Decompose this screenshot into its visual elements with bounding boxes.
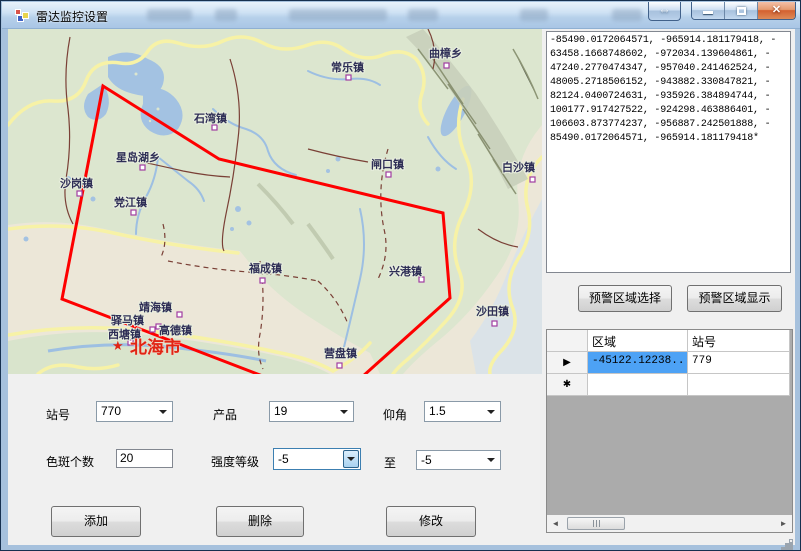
- grid-header-row: 区域 站号: [547, 330, 792, 352]
- new-row-marker-icon: ✱: [547, 374, 588, 396]
- town-label: 沙田镇: [476, 304, 509, 318]
- patch-count-input[interactable]: 20: [116, 449, 173, 468]
- intensity-to-combo[interactable]: -5: [416, 450, 501, 470]
- scrollbar-thumb[interactable]: [567, 517, 625, 530]
- elevation-label: 仰角: [383, 406, 407, 423]
- redacted-text: [289, 9, 387, 21]
- redacted-text: [147, 9, 192, 21]
- grid-corner-cell: [547, 330, 588, 352]
- town-marker-icon: [337, 363, 342, 368]
- grid-new-row[interactable]: ✱: [547, 374, 792, 396]
- town-label: 靖海镇: [139, 300, 172, 314]
- resize-toggle-icon[interactable]: ⇔: [648, 2, 681, 21]
- town-label: 闸口镇: [371, 157, 404, 171]
- patch-count-label: 色斑个数: [46, 453, 94, 470]
- town-label: 星岛湖乡: [116, 150, 160, 164]
- redacted-text: [408, 9, 438, 21]
- maximize-button[interactable]: [725, 2, 758, 19]
- redacted-text: [612, 9, 642, 21]
- minimize-button[interactable]: [692, 2, 725, 19]
- town-label: 曲樟乡: [429, 46, 462, 60]
- grid-hscrollbar[interactable]: ◄ ►: [547, 515, 792, 532]
- station-label: 站号: [46, 406, 70, 423]
- warning-area-select-button[interactable]: 预警区域选择: [578, 285, 672, 312]
- town-label: 常乐镇: [331, 60, 364, 74]
- map-view[interactable]: 石湾镇星岛湖乡沙岗镇党江镇 常乐镇 曲樟乡闸口镇 白沙镇福成镇 兴港镇沙田镇营盘镇 靖海镇…: [8, 29, 542, 374]
- town-marker-icon: [77, 191, 82, 196]
- grid-row-1[interactable]: ▶ -45122.12238... 779: [547, 352, 792, 374]
- delete-button[interactable]: 删除: [216, 506, 304, 537]
- intensity-combo[interactable]: -5: [273, 448, 361, 470]
- scroll-right-icon[interactable]: ►: [775, 515, 792, 532]
- city-label: 北海市: [130, 337, 181, 357]
- town-label: 福成镇: [248, 261, 282, 275]
- town-marker-icon: [131, 210, 136, 215]
- town-marker-icon: [260, 278, 265, 283]
- town-marker-icon: [492, 321, 497, 326]
- town-marker-icon: [530, 177, 535, 182]
- town-label: 石湾镇: [193, 111, 227, 125]
- maximize-icon: [737, 7, 746, 15]
- grid-empty-area: [547, 396, 792, 516]
- city-star-icon: ★: [112, 338, 124, 353]
- radar-settings-window: 雷达监控设置 ⇔ ✕: [0, 0, 801, 551]
- chevron-down-icon[interactable]: [336, 403, 352, 420]
- town-label: 沙岗镇: [60, 176, 93, 190]
- grid-cell-area[interactable]: -45122.12238...: [588, 352, 688, 374]
- current-row-marker-icon: ▶: [547, 352, 588, 374]
- grid-cell-station[interactable]: 779: [688, 352, 790, 374]
- window-title: 雷达监控设置: [36, 8, 108, 25]
- redacted-text: [520, 9, 548, 21]
- intensity-label: 强度等级: [211, 453, 259, 470]
- town-marker-icon: [212, 125, 217, 130]
- town-label: 营盘镇: [324, 346, 357, 360]
- titlebar[interactable]: 雷达监控设置 ⇔ ✕: [2, 2, 801, 29]
- app-form-icon: [14, 8, 30, 24]
- coordinates-textbox[interactable]: -85490.0172064571, -965914.181179418, - …: [546, 31, 791, 273]
- town-marker-icon: [140, 165, 145, 170]
- map-canvas: 石湾镇星岛湖乡沙岗镇党江镇 常乐镇 曲樟乡闸口镇 白沙镇福成镇 兴港镇沙田镇营盘镇 靖海镇…: [8, 29, 542, 374]
- town-label: 兴港镇: [389, 264, 422, 278]
- product-label: 产品: [213, 406, 237, 423]
- town-label: 党江镇: [114, 195, 147, 209]
- town-marker-icon: [346, 75, 351, 80]
- town-label: 高德镇: [159, 323, 192, 337]
- resize-grip-icon[interactable]: [790, 540, 792, 542]
- modify-button[interactable]: 修改: [386, 506, 476, 537]
- scroll-left-icon[interactable]: ◄: [547, 515, 564, 532]
- add-button[interactable]: 添加: [51, 506, 141, 537]
- grid-col-area[interactable]: 区域: [588, 330, 688, 352]
- chevron-down-icon[interactable]: [483, 403, 499, 420]
- chevron-down-icon[interactable]: [155, 403, 171, 420]
- redacted-text: [215, 9, 237, 21]
- town-marker-icon: [150, 327, 155, 332]
- minimize-icon: [703, 11, 713, 14]
- grid-col-station[interactable]: 站号: [688, 330, 790, 352]
- client-area: 石湾镇星岛湖乡沙岗镇党江镇 常乐镇 曲樟乡闸口镇 白沙镇福成镇 兴港镇沙田镇营盘镇 靖海镇…: [8, 29, 795, 545]
- product-combo[interactable]: 19: [269, 401, 354, 422]
- town-label: 驿马镇: [111, 313, 144, 327]
- to-label: 至: [384, 454, 396, 471]
- chevron-down-icon[interactable]: [343, 450, 359, 468]
- town-marker-icon: [386, 172, 391, 177]
- close-button[interactable]: ✕: [758, 2, 795, 19]
- town-marker-icon: [177, 312, 182, 317]
- town-marker-icon: [444, 63, 449, 68]
- station-combo[interactable]: 770: [96, 401, 173, 422]
- chevron-down-icon[interactable]: [483, 452, 499, 468]
- warning-area-display-button[interactable]: 预警区域显示: [687, 285, 782, 312]
- warning-area-grid[interactable]: 区域 站号 ▶ -45122.12238... 779 ✱ ◄ ►: [546, 329, 793, 533]
- town-label: 白沙镇: [502, 160, 535, 174]
- elevation-combo[interactable]: 1.5: [424, 401, 501, 422]
